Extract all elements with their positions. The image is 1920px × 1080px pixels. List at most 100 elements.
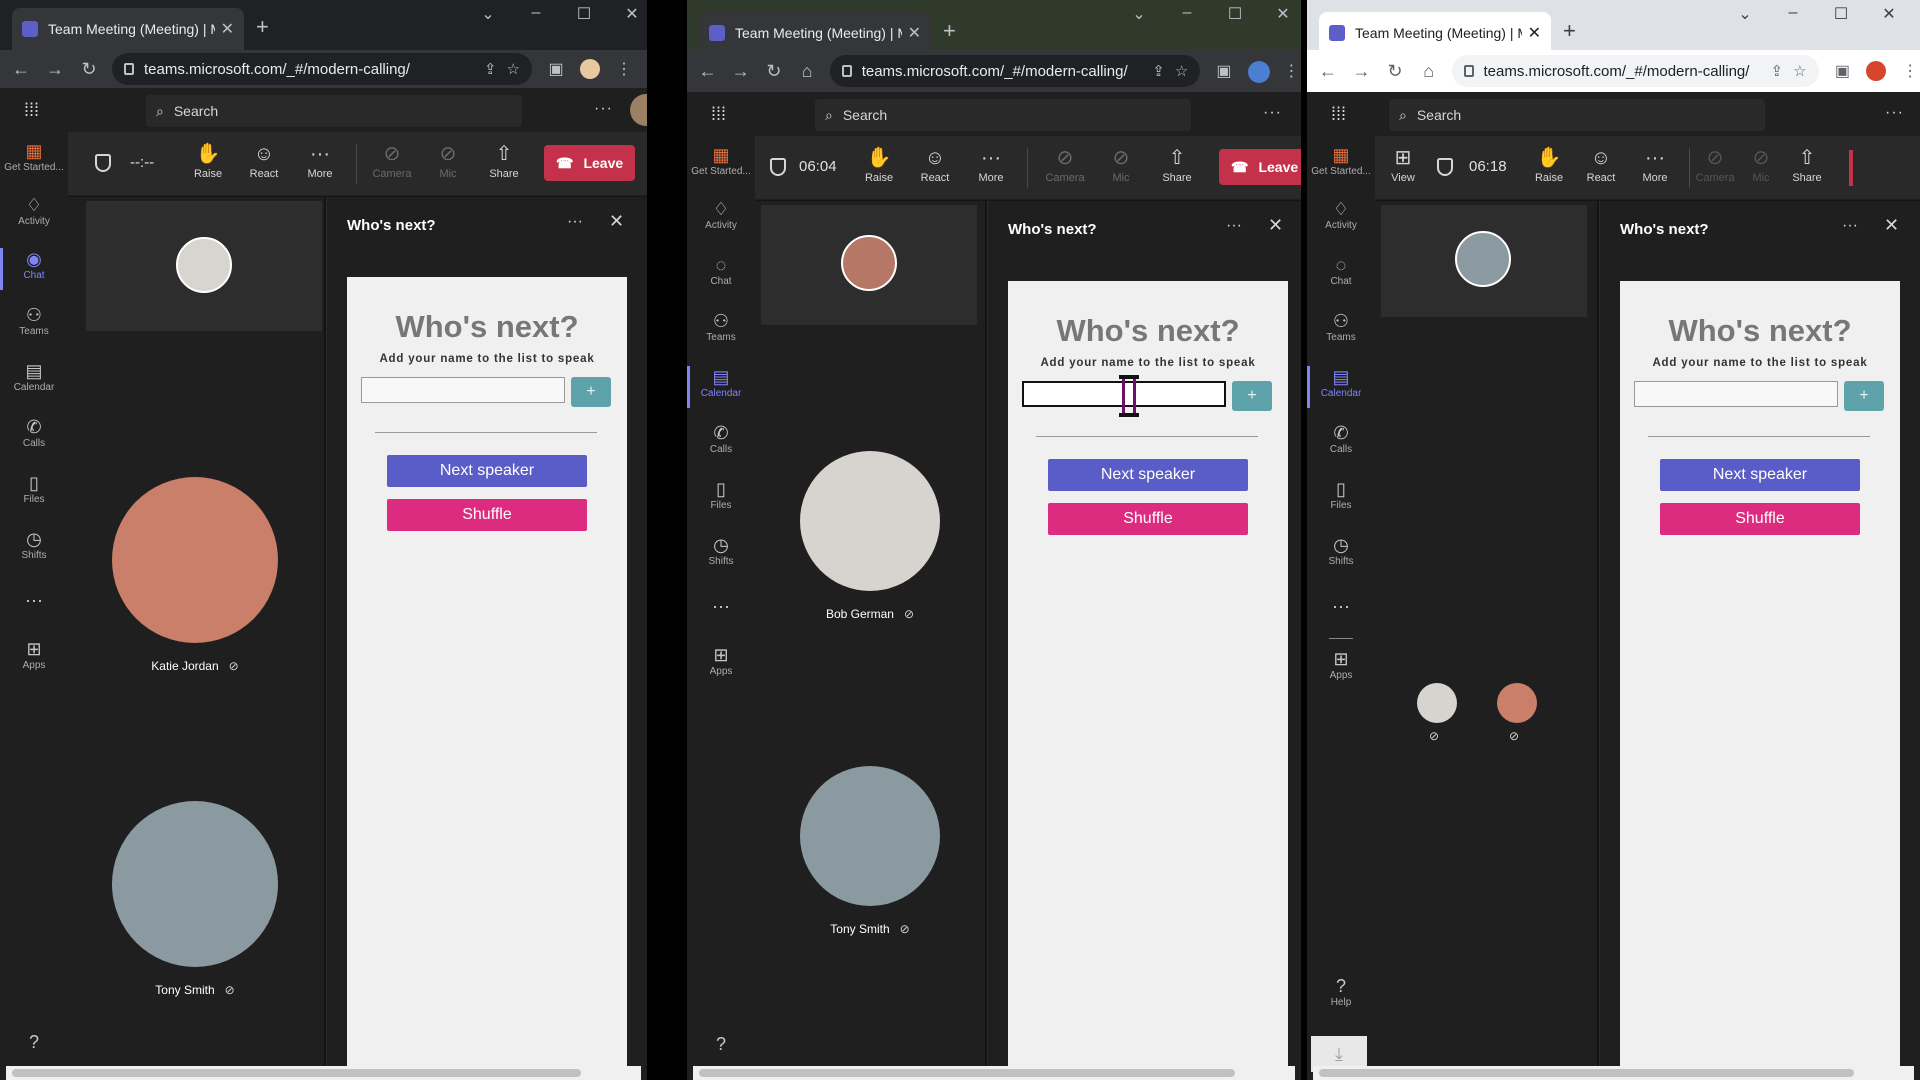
close-window-icon[interactable]: ✕ (1273, 4, 1293, 24)
settings-more-icon[interactable]: ··· (1885, 104, 1904, 122)
horizontal-scrollbar[interactable] (693, 1066, 1295, 1080)
close-window-icon[interactable]: ✕ (622, 4, 642, 24)
rail-item-files[interactable]: ▯ Files (687, 478, 755, 511)
next-speaker-button[interactable]: Next speaker (387, 455, 587, 487)
share-page-icon[interactable]: ⇪ (484, 60, 497, 78)
panel-more-icon[interactable]: ··· (1842, 217, 1858, 235)
rail-item-chat[interactable]: ◌ Chat (687, 254, 755, 287)
raise-hand-button[interactable]: ✋ Raise (1521, 144, 1577, 184)
bookmark-star-icon[interactable]: ☆ (1793, 62, 1806, 80)
reload-icon[interactable]: ↻ (76, 59, 102, 80)
search-input[interactable]: ⌕ Search (815, 99, 1191, 131)
close-tab-icon[interactable]: ✕ (221, 19, 234, 39)
forward-icon[interactable]: → (728, 61, 753, 82)
reload-icon[interactable]: ↻ (761, 61, 786, 82)
rail-item-apps[interactable]: ⊞ Apps (687, 644, 755, 677)
more-apps-icon[interactable]: ··· (0, 590, 68, 611)
forward-icon[interactable]: → (1349, 61, 1375, 82)
name-input[interactable] (1634, 381, 1838, 407)
home-icon[interactable]: ⌂ (795, 61, 820, 82)
add-name-button[interactable]: + (571, 377, 611, 407)
more-apps-icon[interactable]: ··· (687, 596, 755, 617)
leave-button[interactable]: ☎ Leave (544, 145, 636, 181)
browser-menu-icon[interactable]: ⋮ (1282, 61, 1301, 81)
new-tab-icon[interactable]: + (943, 20, 956, 42)
rail-item-calls[interactable]: ✆ Calls (687, 422, 755, 455)
help-button[interactable]: ? (687, 1034, 755, 1055)
share-page-icon[interactable]: ⇪ (1771, 62, 1784, 80)
camera-button[interactable]: ⊘ Camera (1037, 144, 1093, 184)
new-tab-icon[interactable]: + (1563, 20, 1576, 42)
camera-button[interactable]: ⊘ Camera (364, 140, 420, 180)
rail-item-activity[interactable]: ♢ Activity (1307, 198, 1375, 231)
side-panel-icon[interactable]: ▣ (546, 59, 566, 79)
app-launcher-icon[interactable]: ⁞⁞⁞ (1331, 104, 1351, 124)
more-actions-button[interactable]: ··· More (963, 144, 1019, 184)
back-icon[interactable]: ← (1315, 61, 1341, 82)
bookmark-star-icon[interactable]: ☆ (507, 60, 520, 78)
rail-item-teams[interactable]: ⚇ Teams (687, 310, 755, 343)
home-icon[interactable]: ⌂ (1416, 61, 1442, 82)
rail-item-calls[interactable]: ✆ Calls (0, 416, 68, 449)
add-name-button[interactable]: + (1844, 381, 1884, 411)
settings-more-icon[interactable]: ··· (1263, 104, 1282, 122)
rail-item-getstarted[interactable]: ▦ Get Started... (1307, 144, 1375, 177)
add-name-button[interactable]: + (1232, 381, 1272, 411)
new-tab-icon[interactable]: + (256, 16, 269, 38)
react-button[interactable]: ☺ React (1573, 144, 1629, 184)
rail-item-activity[interactable]: ♢ Activity (687, 198, 755, 231)
raise-hand-button[interactable]: ✋ Raise (180, 140, 236, 180)
forward-icon[interactable]: → (42, 59, 68, 80)
rail-item-shifts[interactable]: ◷ Shifts (687, 534, 755, 567)
panel-close-icon[interactable]: ✕ (609, 211, 624, 232)
rail-item-apps[interactable]: ⊞ Apps (0, 638, 68, 671)
rail-item-getstarted[interactable]: ▦ Get Started... (687, 144, 755, 177)
search-input[interactable]: ⌕ Search (1389, 99, 1765, 131)
url-field[interactable]: teams.microsoft.com/_#/modern-calling/ ⇪… (1451, 55, 1819, 87)
minimize-icon[interactable]: – (1783, 4, 1803, 24)
panel-more-icon[interactable]: ··· (567, 213, 583, 231)
next-speaker-button[interactable]: Next speaker (1048, 459, 1248, 491)
react-button[interactable]: ☺ React (236, 140, 292, 180)
profile-avatar[interactable] (1247, 61, 1270, 83)
url-field[interactable]: teams.microsoft.com/_#/modern-calling/ ⇪… (829, 55, 1201, 87)
scrollbar-thumb[interactable] (699, 1069, 1235, 1077)
scrollbar-thumb[interactable] (1319, 1069, 1854, 1077)
maximize-icon[interactable]: ☐ (1225, 4, 1245, 24)
help-button[interactable]: ? (0, 1032, 68, 1053)
maximize-icon[interactable]: ☐ (574, 4, 594, 24)
rail-item-chat[interactable]: ◉ Chat (0, 248, 68, 290)
rail-item-calendar[interactable]: ▤ Calendar (687, 366, 755, 408)
raise-hand-button[interactable]: ✋ Raise (851, 144, 907, 184)
rail-item-files[interactable]: ▯ Files (0, 472, 68, 505)
shuffle-button[interactable]: Shuffle (1660, 503, 1860, 535)
close-tab-icon[interactable]: ✕ (908, 23, 921, 43)
browser-menu-icon[interactable]: ⋮ (614, 59, 634, 79)
side-panel-icon[interactable]: ▣ (1833, 61, 1853, 81)
panel-more-icon[interactable]: ··· (1226, 217, 1242, 235)
rail-item-chat[interactable]: ◌ Chat (1307, 254, 1375, 287)
browser-menu-icon[interactable]: ⋮ (1900, 61, 1920, 81)
minimize-icon[interactable]: – (526, 4, 546, 24)
react-button[interactable]: ☺ React (907, 144, 963, 184)
tab-search-icon[interactable]: ⌄ (1129, 4, 1149, 24)
close-window-icon[interactable]: ✕ (1879, 4, 1899, 24)
browser-tab[interactable]: Team Meeting (Meeting) | Micro ✕ (699, 12, 931, 54)
minimize-icon[interactable]: – (1177, 4, 1197, 24)
help-button[interactable]: ? Help (1307, 976, 1375, 1008)
reload-icon[interactable]: ↻ (1382, 61, 1408, 82)
rail-item-apps[interactable]: ⊞ Apps (1307, 648, 1375, 681)
leave-button-edge[interactable] (1849, 150, 1853, 186)
rail-item-teams[interactable]: ⚇ Teams (1307, 310, 1375, 343)
maximize-icon[interactable]: ☐ (1831, 4, 1851, 24)
app-launcher-icon[interactable]: ⁞⁞⁞ (24, 100, 44, 120)
tab-search-icon[interactable]: ⌄ (478, 4, 498, 24)
rail-item-calendar[interactable]: ▤ Calendar (0, 360, 68, 393)
profile-avatar[interactable] (580, 59, 600, 79)
mic-button[interactable]: ⊘ Mic (420, 140, 476, 180)
browser-tab[interactable]: Team Meeting (Meeting) | Micro ✕ (12, 8, 244, 50)
rail-item-shifts[interactable]: ◷ Shifts (1307, 534, 1375, 567)
app-launcher-icon[interactable]: ⁞⁞⁞ (711, 104, 731, 124)
rail-item-files[interactable]: ▯ Files (1307, 478, 1375, 511)
browser-tab[interactable]: Team Meeting (Meeting) | Micro ✕ (1319, 12, 1551, 54)
